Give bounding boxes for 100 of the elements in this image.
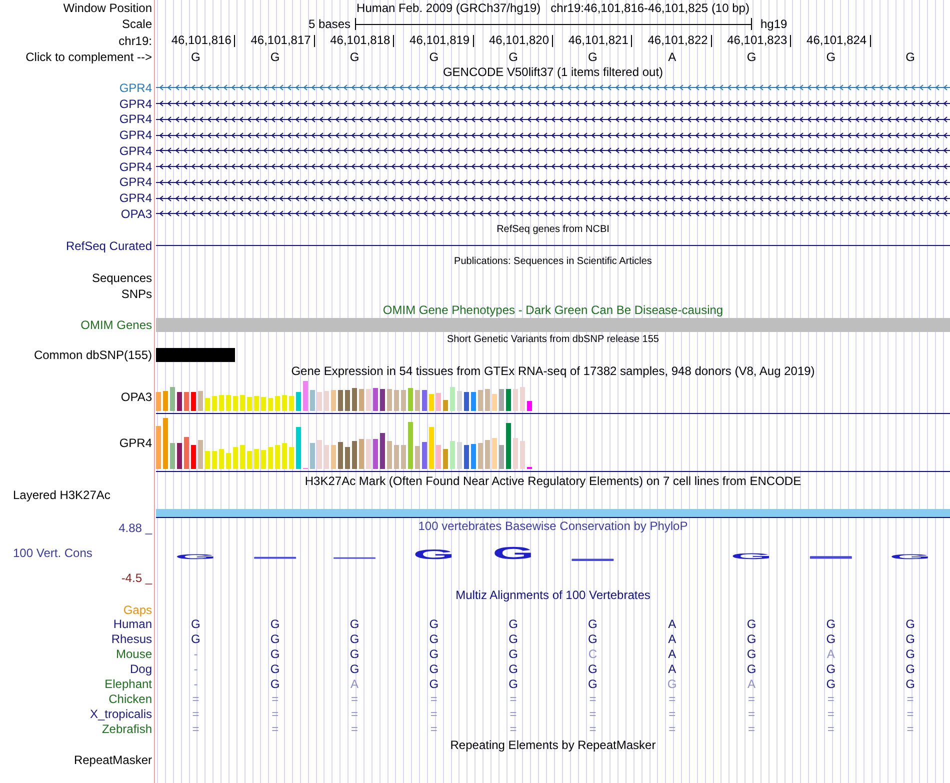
gene-feature-line[interactable] — [156, 245, 950, 246]
gene-feature[interactable] — [156, 130, 950, 140]
species-label[interactable]: Dog — [130, 662, 152, 676]
alignment-base: G — [826, 617, 836, 632]
species-label[interactable]: Rhesus — [111, 632, 152, 646]
alignment-base: G — [588, 662, 598, 676]
expression-bar — [198, 440, 203, 469]
alignment-base: G — [906, 617, 915, 632]
species-label[interactable]: Human — [113, 617, 152, 632]
alignment-base: G — [508, 677, 518, 692]
track-label[interactable]: Sequences — [92, 270, 152, 285]
expression-bar — [184, 436, 189, 469]
track-label[interactable]: 100 Vert. Cons — [13, 544, 92, 561]
gene-feature[interactable] — [156, 114, 950, 124]
expression-bar — [506, 422, 511, 469]
gene-label[interactable]: GPR4 — [119, 96, 152, 111]
alignment-base: G — [906, 677, 915, 692]
expression-bar — [366, 438, 371, 469]
alignment-base: G — [906, 662, 915, 676]
track-label[interactable]: RepeatMasker — [74, 753, 152, 768]
track-label[interactable]: SNPs — [121, 286, 152, 301]
tick-mark — [552, 35, 553, 47]
track-label[interactable]: OPA3 — [120, 390, 152, 404]
gene-label[interactable]: GPR4 — [119, 80, 152, 95]
alignment-base: = — [350, 722, 358, 736]
track-label[interactable]: Common dbSNP(155) — [34, 348, 152, 362]
expression-bar — [289, 446, 294, 469]
track-label[interactable]: RefSeq Curated — [66, 238, 152, 253]
gene-label[interactable]: OPA3 — [120, 206, 152, 221]
expression-bar — [338, 390, 343, 411]
alignment-base: G — [350, 647, 360, 662]
expression-bar — [408, 422, 413, 469]
gene-feature[interactable] — [156, 162, 950, 172]
gene-label[interactable]: GPR4 — [119, 144, 152, 158]
base-letter: G — [906, 50, 915, 64]
gene-label[interactable]: GPR4 — [119, 112, 152, 126]
gene-feature[interactable] — [156, 209, 950, 218]
expression-bar — [296, 426, 301, 469]
species-label[interactable]: Chicken — [108, 692, 152, 706]
gene-feature[interactable] — [156, 99, 950, 108]
expression-bar — [303, 380, 308, 411]
gene-label[interactable]: GPR4 — [119, 128, 152, 142]
gene-feature[interactable] — [156, 146, 950, 156]
expression-bar — [219, 448, 224, 469]
alignment-base: C — [588, 647, 598, 662]
expression-bar — [275, 396, 280, 411]
gene-feature[interactable] — [156, 194, 950, 203]
variant-bar[interactable] — [156, 348, 236, 362]
alignment-base: G — [667, 677, 677, 692]
row-label: chr19: — [118, 34, 152, 48]
expression-bar — [191, 392, 196, 411]
expression-bar — [366, 388, 371, 411]
tick-mark — [472, 35, 474, 47]
alignment-base: G — [906, 647, 915, 662]
expression-bar — [226, 452, 231, 469]
conservation-mark — [334, 557, 376, 559]
track-title: GENCODE V50lift37 (1 items filtered out) — [442, 65, 664, 79]
species-label[interactable]: Mouse — [116, 647, 152, 662]
gene-label[interactable]: GPR4 — [119, 175, 152, 190]
alignment-base: G — [429, 632, 439, 646]
expression-bar — [478, 390, 483, 411]
gene-label[interactable]: GPR4 — [119, 191, 152, 206]
alignment-base: G — [826, 632, 836, 646]
species-label[interactable]: Zebrafish — [102, 722, 152, 736]
alignment-base: G — [350, 617, 360, 632]
expression-bar — [485, 388, 490, 411]
expression-bar — [282, 394, 287, 411]
alignment-base: G — [429, 647, 439, 662]
expression-bar — [422, 442, 427, 469]
expression-bar — [492, 438, 497, 469]
track-title: RefSeq genes from NCBI — [496, 222, 610, 237]
alignment-base: = — [906, 692, 914, 706]
tick-mark — [790, 35, 792, 47]
expression-bar — [464, 392, 469, 411]
tick-mark — [710, 35, 712, 47]
species-label[interactable]: X_tropicalis — [90, 707, 152, 722]
expression-bar — [177, 442, 182, 469]
alignment-base: = — [430, 707, 438, 722]
track-label[interactable]: Layered H3K27Ac — [13, 488, 110, 502]
alignment-base: G — [270, 632, 280, 646]
expression-bar — [429, 394, 434, 411]
gene-label[interactable]: GPR4 — [119, 160, 152, 174]
expression-bar — [387, 388, 392, 411]
alignment-base: G — [270, 662, 280, 676]
alignment-base: A — [350, 677, 358, 692]
alignment-base: G — [746, 662, 756, 676]
track-label[interactable]: OMIM Genes — [80, 318, 152, 332]
alignment-base: G — [350, 632, 360, 646]
species-label[interactable]: Elephant — [104, 677, 152, 692]
complement-label[interactable]: Click to complement --> — [26, 50, 152, 64]
ruler-position: 46,101,824 — [806, 33, 867, 47]
alignment-base: = — [272, 707, 279, 722]
track-title: Multiz Alignments of 100 Vertebrates — [456, 588, 650, 602]
expression-bar — [513, 438, 518, 469]
alignment-base: = — [589, 692, 596, 706]
gene-feature[interactable] — [156, 178, 950, 187]
expression-bar — [212, 396, 217, 411]
track-label[interactable]: GPR4 — [119, 436, 152, 450]
alignment-base: - — [194, 662, 198, 676]
base-letter: G — [270, 50, 280, 64]
